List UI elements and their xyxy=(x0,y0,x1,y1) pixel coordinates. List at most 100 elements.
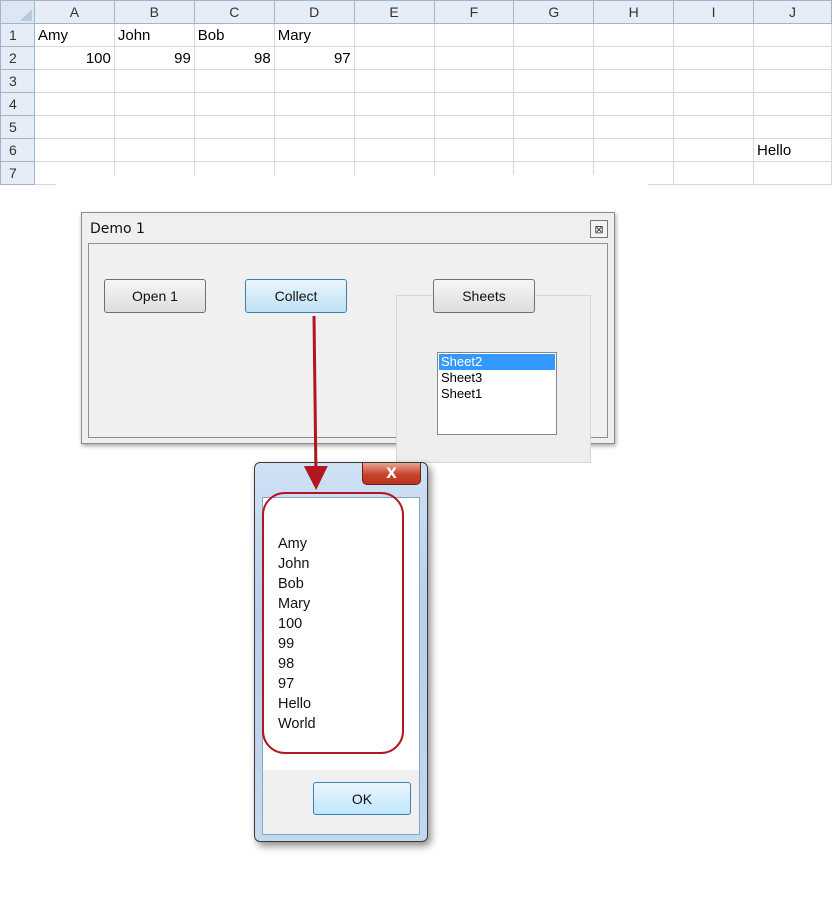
cell-f1[interactable] xyxy=(433,23,515,47)
cell-a4[interactable] xyxy=(33,92,115,116)
userform-title: Demo 1 xyxy=(90,221,145,237)
cell-b5[interactable] xyxy=(113,115,195,139)
row-header[interactable]: 5 xyxy=(0,115,35,139)
cell-d2[interactable]: 97 xyxy=(273,46,355,70)
cell-b4[interactable] xyxy=(113,92,195,116)
row-header[interactable]: 1 xyxy=(0,23,35,47)
column-header-c[interactable]: C xyxy=(193,0,275,24)
cell-a6[interactable] xyxy=(33,138,115,162)
cell-c4[interactable] xyxy=(193,92,275,116)
cell-g2[interactable] xyxy=(513,46,595,70)
cell-b2[interactable]: 99 xyxy=(113,46,195,70)
cell-i3[interactable] xyxy=(673,69,754,93)
cell-d3[interactable] xyxy=(273,69,355,93)
cell-h5[interactable] xyxy=(593,115,675,139)
row-header[interactable]: 6 xyxy=(0,138,35,162)
collect-button[interactable]: Collect xyxy=(245,279,347,313)
column-header-i[interactable]: I xyxy=(673,0,754,24)
cell-b6[interactable] xyxy=(113,138,195,162)
sheet-row: 3 xyxy=(0,69,832,93)
cell-d5[interactable] xyxy=(273,115,355,139)
column-header-a[interactable]: A xyxy=(33,0,115,24)
cell-g1[interactable] xyxy=(513,23,595,47)
cell-f3[interactable] xyxy=(433,69,515,93)
column-header-j[interactable]: J xyxy=(752,0,832,24)
cell-i5[interactable] xyxy=(673,115,754,139)
cell-h6[interactable] xyxy=(593,138,675,162)
cell-i7[interactable] xyxy=(673,161,754,185)
cell-i1[interactable] xyxy=(673,23,754,47)
cell-j4[interactable] xyxy=(752,92,832,116)
cell-a3[interactable] xyxy=(33,69,115,93)
message-line: 100 xyxy=(278,616,303,632)
cell-a2[interactable]: 100 xyxy=(33,46,115,70)
sheet-list-item[interactable]: Sheet2 xyxy=(439,354,555,370)
cell-c5[interactable] xyxy=(193,115,275,139)
cell-d4[interactable] xyxy=(273,92,355,116)
cell-f5[interactable] xyxy=(433,115,515,139)
sheet-listbox[interactable]: Sheet2 Sheet3 Sheet1 xyxy=(437,352,557,435)
cell-c6[interactable] xyxy=(193,138,275,162)
column-header-h[interactable]: H xyxy=(593,0,675,24)
column-header-d[interactable]: D xyxy=(273,0,355,24)
cell-g3[interactable] xyxy=(513,69,595,93)
cell-a1[interactable]: Amy xyxy=(33,23,115,47)
cell-g5[interactable] xyxy=(513,115,595,139)
cell-i4[interactable] xyxy=(673,92,754,116)
sheet-list-item[interactable]: Sheet3 xyxy=(439,370,555,386)
row-header[interactable]: 2 xyxy=(0,46,35,70)
cell-h4[interactable] xyxy=(593,92,675,116)
sheet-row: 6 Hello xyxy=(0,138,832,162)
row-header[interactable]: 4 xyxy=(0,92,35,116)
cell-j5[interactable] xyxy=(752,115,832,139)
cell-a5[interactable] xyxy=(33,115,115,139)
sheet-row: 2 100 99 98 97 xyxy=(0,46,832,70)
message-line: 99 xyxy=(278,636,295,652)
cell-e6[interactable] xyxy=(353,138,435,162)
cell-g4[interactable] xyxy=(513,92,595,116)
cell-b1[interactable]: John xyxy=(113,23,195,47)
cell-h2[interactable] xyxy=(593,46,675,70)
close-icon[interactable]: X xyxy=(362,463,421,485)
sheets-button[interactable]: Sheets xyxy=(433,279,535,313)
column-header-e[interactable]: E xyxy=(353,0,435,24)
column-header-f[interactable]: F xyxy=(433,0,515,24)
select-all-corner[interactable] xyxy=(0,0,35,24)
cell-e3[interactable] xyxy=(353,69,435,93)
close-icon[interactable]: ⊠ xyxy=(590,220,608,238)
ok-button[interactable]: OK xyxy=(313,782,411,815)
cell-f2[interactable] xyxy=(433,46,515,70)
cell-i6[interactable] xyxy=(673,138,754,162)
cell-j2[interactable] xyxy=(752,46,832,70)
cell-j1[interactable] xyxy=(752,23,832,47)
message-line: 97 xyxy=(278,676,295,692)
cell-g6[interactable] xyxy=(513,138,595,162)
cell-d1[interactable]: Mary xyxy=(273,23,355,47)
column-header-b[interactable]: B xyxy=(113,0,195,24)
cell-f4[interactable] xyxy=(433,92,515,116)
open-1-button[interactable]: Open 1 xyxy=(104,279,206,313)
row-header[interactable]: 3 xyxy=(0,69,35,93)
cell-d6[interactable] xyxy=(273,138,355,162)
cell-c2[interactable]: 98 xyxy=(193,46,275,70)
sheet-list-item[interactable]: Sheet1 xyxy=(439,386,555,402)
userform-frame: Open 1 Collect Sheets Sheet2 Sheet3 Sheet1 xyxy=(88,243,608,463)
cell-i2[interactable] xyxy=(673,46,754,70)
cell-f6[interactable] xyxy=(433,138,515,162)
cell-e4[interactable] xyxy=(353,92,435,116)
column-header-g[interactable]: G xyxy=(513,0,595,24)
cell-c1[interactable]: Bob xyxy=(193,23,275,47)
cell-h3[interactable] xyxy=(593,69,675,93)
cell-j7[interactable] xyxy=(752,161,832,185)
cell-c3[interactable] xyxy=(193,69,275,93)
cell-e2[interactable] xyxy=(353,46,435,70)
cell-h1[interactable] xyxy=(593,23,675,47)
cell-e5[interactable] xyxy=(353,115,435,139)
cell-e1[interactable] xyxy=(353,23,435,47)
cell-j6[interactable]: Hello xyxy=(752,138,832,162)
message-text: Amy John Bob Mary 100 99 98 97 Hello World xyxy=(278,534,316,734)
message-line: World xyxy=(278,716,316,732)
cell-b3[interactable] xyxy=(113,69,195,93)
row-header[interactable]: 7 xyxy=(0,161,35,185)
cell-j3[interactable] xyxy=(752,69,832,93)
